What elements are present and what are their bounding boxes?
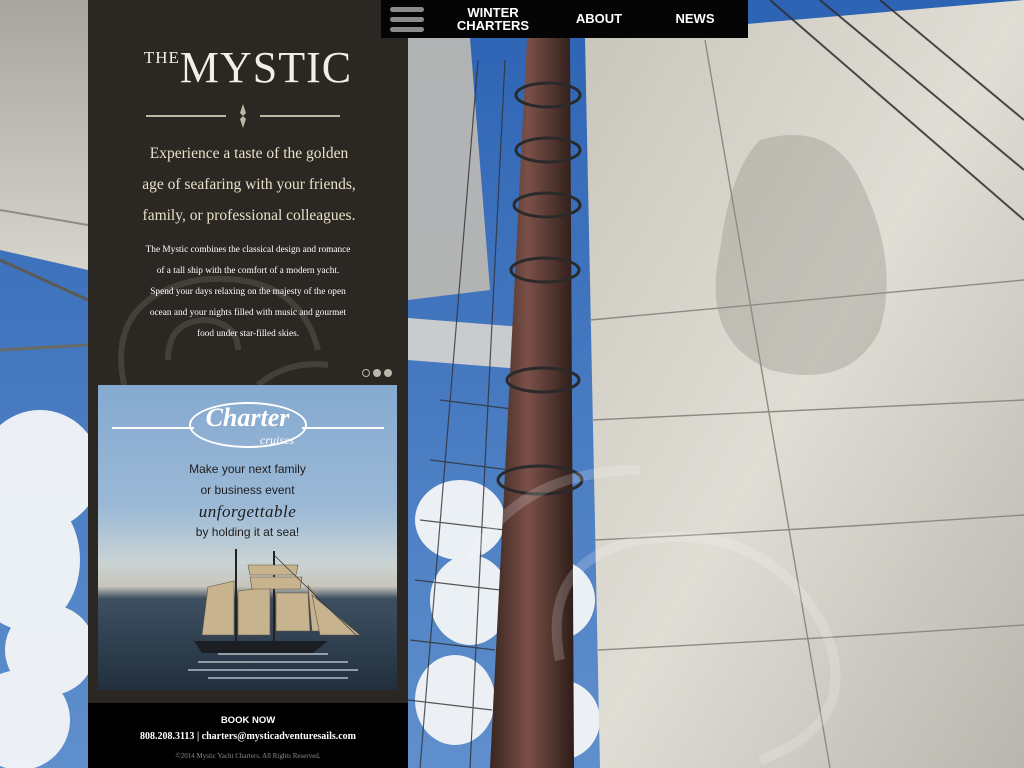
description-line: The Mystic combines the classical design… — [145, 245, 351, 255]
charter-ad-line: Make your next family — [189, 462, 306, 476]
top-navigation: WINTER CHARTERS ABOUT NEWS — [381, 0, 748, 38]
charter-ad-text: Make your next family or business event … — [98, 459, 397, 543]
carousel-dot[interactable] — [362, 369, 370, 377]
nav-about[interactable]: ABOUT — [569, 12, 629, 25]
charter-ad-line: or business event — [200, 483, 295, 497]
charter-logo-word1: Charter — [205, 403, 290, 432]
charter-logo-word2: cruises — [260, 433, 294, 447]
description-line: of a tall ship with the comfort of a mod… — [156, 266, 340, 276]
brand-the: THE — [143, 48, 180, 67]
nav-winter-line2: CHARTERS — [456, 18, 530, 33]
tagline-line: family, or professional colleagues. — [142, 207, 356, 224]
intro-panel: THEMYSTIC Experience a taste of the gold… — [88, 0, 408, 768]
charter-cruises-ad[interactable]: Charter cruises Make your next family or… — [98, 385, 397, 690]
nav-winter-charters[interactable]: WINTER CHARTERS — [449, 6, 537, 32]
contact-separator: | — [196, 731, 200, 742]
charter-ad-emphasis: unforgettable — [198, 502, 297, 521]
carousel-dot[interactable] — [373, 369, 381, 377]
tagline-line: age of seafaring with your friends, — [142, 176, 356, 193]
description: The Mystic combines the classical design… — [136, 240, 360, 345]
ornament-divider-icon — [146, 104, 340, 128]
description-line: ocean and your nights filled with music … — [149, 308, 347, 318]
carousel-dots — [362, 369, 392, 377]
brand-logo[interactable]: THEMYSTIC — [88, 42, 408, 93]
contact-line: 808.208.3113 | charters@mysticadventures… — [88, 731, 408, 742]
charter-cruises-logo: Charter cruises — [98, 395, 397, 453]
brand-name: MYSTIC — [179, 43, 353, 92]
hamburger-menu-icon[interactable] — [381, 0, 433, 38]
description-line: food under star-filled skies. — [196, 329, 300, 339]
footer: BOOK NOW 808.208.3113 | charters@mystica… — [88, 703, 408, 768]
tagline-line: Experience a taste of the golden — [149, 145, 349, 162]
tall-ship-image — [188, 549, 361, 679]
description-line: Spend your days relaxing on the majesty … — [150, 287, 346, 297]
carousel-dot[interactable] — [384, 369, 392, 377]
email-link[interactable]: charters@mysticadventuresails.com — [202, 731, 356, 742]
tagline: Experience a taste of the golden age of … — [118, 138, 380, 231]
book-now-link[interactable]: BOOK NOW — [88, 715, 408, 726]
copyright: ©2014 Mystic Yacht Charters. All Rights … — [175, 752, 321, 760]
nav-news[interactable]: NEWS — [667, 12, 723, 25]
phone-link[interactable]: 808.208.3113 — [140, 731, 194, 742]
